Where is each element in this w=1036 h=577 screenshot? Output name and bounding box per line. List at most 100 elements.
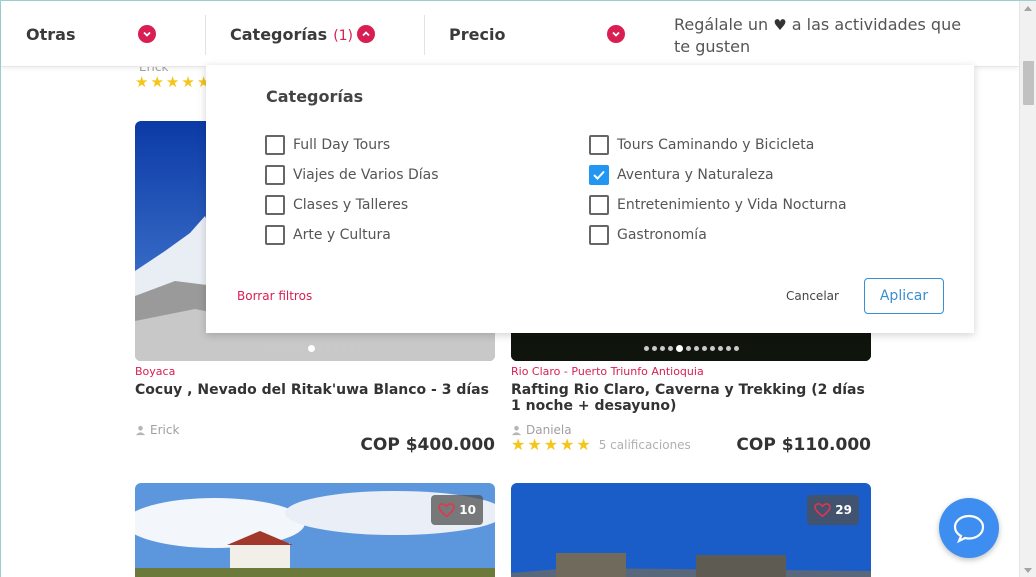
carousel-dot[interactable] xyxy=(275,346,281,351)
category-option-tours-caminando[interactable]: Tours Caminando y Bicicleta xyxy=(589,135,814,155)
category-option-label: Viajes de Varios Días xyxy=(293,167,439,183)
checkbox[interactable] xyxy=(265,165,285,185)
checkbox[interactable] xyxy=(589,195,609,215)
card-location[interactable]: Rio Claro - Puerto Triunfo Antioquia xyxy=(511,365,871,378)
filter-categories-count: (1) xyxy=(333,28,354,44)
scroll-down-arrow-icon[interactable] xyxy=(1024,568,1032,573)
carousel-dot[interactable] xyxy=(299,346,305,351)
like-count: 10 xyxy=(459,503,476,517)
rating-stars: ★ ★ ★ ★ ★ xyxy=(135,73,210,91)
activity-card[interactable]: 29 xyxy=(511,483,871,577)
category-option-gastronomia[interactable]: Gastronomía xyxy=(589,225,707,245)
carousel-dot[interactable] xyxy=(701,346,707,351)
chat-bubble-icon xyxy=(953,514,985,544)
carousel-dot[interactable] xyxy=(291,346,297,351)
carousel-dot[interactable] xyxy=(317,346,323,351)
carousel-dot[interactable] xyxy=(283,346,289,351)
carousel-dot[interactable] xyxy=(651,346,657,351)
filter-others-label[interactable]: Otras xyxy=(26,25,75,44)
chevron-down-icon[interactable] xyxy=(138,25,156,43)
card-location[interactable]: Boyaca xyxy=(135,365,495,378)
checkbox[interactable] xyxy=(589,135,609,155)
carousel-dot[interactable] xyxy=(667,346,673,351)
category-option-full-day-tours[interactable]: Full Day Tours xyxy=(265,135,390,155)
chevron-down-icon[interactable] xyxy=(607,25,625,43)
filter-categories[interactable]: Categorías (1) xyxy=(230,25,353,44)
card-price: COP $400.000 xyxy=(360,435,495,455)
carousel-dot[interactable] xyxy=(659,346,665,351)
gift-message: Regálale un ♥ a las actividades que te g… xyxy=(674,14,974,57)
chat-button[interactable] xyxy=(939,498,999,558)
checkbox[interactable] xyxy=(265,135,285,155)
carousel-dot[interactable] xyxy=(675,345,683,352)
carousel-dot[interactable] xyxy=(725,346,731,351)
checkbox-checked[interactable] xyxy=(589,165,609,185)
category-option-label: Gastronomía xyxy=(617,227,707,243)
clear-filters-link[interactable]: Borrar filtros xyxy=(237,289,312,303)
apply-button[interactable]: Aplicar xyxy=(864,278,944,314)
category-option-clases[interactable]: Clases y Talleres xyxy=(265,195,408,215)
filter-bar: Otras Categorías (1) Precio Regálale un ♥… xyxy=(1,1,1019,67)
card-author: Erick xyxy=(135,423,179,437)
category-option-label: Entretenimiento y Vida Nocturna xyxy=(617,197,847,213)
star-icon: ★ xyxy=(543,435,559,454)
star-icon: ★ xyxy=(576,435,591,454)
carousel-dot[interactable] xyxy=(709,346,715,351)
card-image[interactable]: 29 xyxy=(511,483,871,577)
filter-divider xyxy=(424,15,425,55)
like-button[interactable]: 10 xyxy=(431,495,483,525)
carousel-dot[interactable] xyxy=(685,346,691,351)
page-scrollbar[interactable] xyxy=(1019,1,1036,577)
category-option-label: Aventura y Naturaleza xyxy=(617,167,774,183)
carousel-dot[interactable] xyxy=(333,346,339,351)
star-icon: ★ xyxy=(560,435,575,454)
category-option-aventura[interactable]: Aventura y Naturaleza xyxy=(589,165,774,185)
carousel-dot[interactable] xyxy=(693,346,699,351)
category-option-label: Tours Caminando y Bicicleta xyxy=(617,137,815,153)
carousel-dot[interactable] xyxy=(307,345,315,352)
scroll-thumb[interactable] xyxy=(1023,61,1034,105)
card-title[interactable]: Cocuy , Nevado del Ritak'uwa Blanco - 3 … xyxy=(135,382,495,398)
category-option-label: Arte y Cultura xyxy=(293,227,391,243)
filter-price-label[interactable]: Precio xyxy=(449,25,505,44)
dropdown-title: Categorías xyxy=(266,87,364,106)
category-option-label: Full Day Tours xyxy=(293,137,391,153)
heart-icon xyxy=(814,502,832,517)
filter-divider xyxy=(205,15,206,55)
filter-categories-label: Categorías xyxy=(230,25,328,44)
rating-stars: ★ ★ ★ ★ ★ 5 calificaciones xyxy=(511,435,691,454)
carousel-dot[interactable] xyxy=(357,346,363,351)
star-icon: ★ xyxy=(135,73,149,91)
checkbox[interactable] xyxy=(265,195,285,215)
carousel-dot[interactable] xyxy=(643,346,649,351)
carousel-dot[interactable] xyxy=(341,346,347,351)
card-author-name: Erick xyxy=(150,423,180,437)
category-option-entretenimiento[interactable]: Entretenimiento y Vida Nocturna xyxy=(589,195,847,215)
gift-text-before: Regálale un xyxy=(674,15,769,34)
carousel-dots[interactable] xyxy=(135,345,495,352)
card-image[interactable]: 10 xyxy=(135,483,495,577)
carousel-dot[interactable] xyxy=(717,346,723,351)
activity-card[interactable]: 10 xyxy=(135,483,495,577)
user-icon xyxy=(135,425,146,435)
chevron-up-icon[interactable] xyxy=(357,25,375,43)
carousel-dots[interactable] xyxy=(511,345,871,352)
star-icon: ★ xyxy=(181,73,195,91)
scroll-up-arrow-icon[interactable] xyxy=(1024,6,1032,11)
star-icon: ★ xyxy=(165,73,180,91)
checkbox[interactable] xyxy=(265,225,285,245)
heart-icon xyxy=(438,502,456,517)
card-price: COP $110.000 xyxy=(736,435,871,455)
category-option-viajes[interactable]: Viajes de Varios Días xyxy=(265,165,439,185)
like-button[interactable]: 29 xyxy=(807,495,859,525)
user-icon xyxy=(511,425,522,435)
carousel-dot[interactable] xyxy=(325,346,331,351)
checkbox[interactable] xyxy=(589,225,609,245)
cancel-button[interactable]: Cancelar xyxy=(786,289,839,303)
carousel-dot[interactable] xyxy=(733,346,739,351)
category-option-arte[interactable]: Arte y Cultura xyxy=(265,225,391,245)
checkmark-icon xyxy=(593,170,605,180)
carousel-dot[interactable] xyxy=(267,346,273,351)
carousel-dot[interactable] xyxy=(349,346,355,351)
card-title[interactable]: Rafting Rio Claro, Caverna y Trekking (2… xyxy=(511,382,871,414)
